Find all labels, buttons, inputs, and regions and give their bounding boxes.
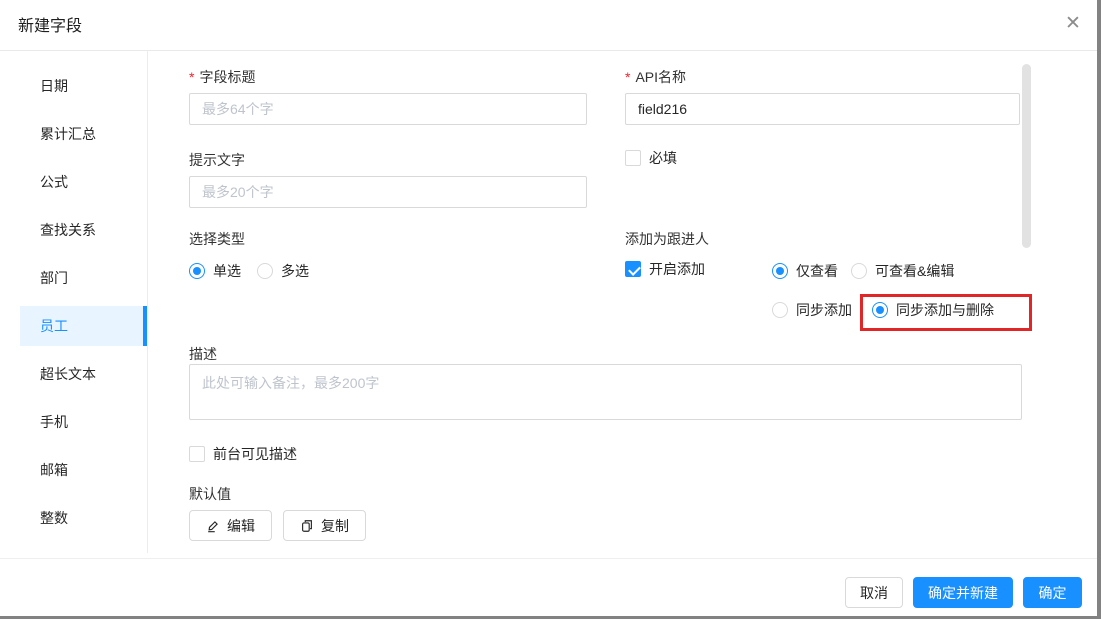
copy-default-button[interactable]: 复制: [283, 510, 366, 541]
radio-view-only[interactable]: 仅查看: [772, 261, 838, 281]
front-desc-label: 前台可见描述: [213, 444, 297, 464]
window-edge-right: [1097, 0, 1101, 619]
enable-add-label: 开启添加: [649, 259, 705, 279]
radio-sync-add-delete[interactable]: 同步添加与删除: [872, 300, 994, 320]
confirm-button[interactable]: 确定: [1023, 577, 1082, 608]
footer-divider: [0, 558, 1101, 559]
follower-permission-row-1: 仅查看 可查看&编辑: [772, 261, 954, 281]
edit-default-button[interactable]: 编辑: [189, 510, 272, 541]
sidebar-item-department[interactable]: 部门: [20, 254, 147, 302]
default-value-label: 默认值: [189, 484, 231, 504]
radio-icon: [189, 263, 205, 279]
sidebar-item-rollup[interactable]: 累计汇总: [20, 110, 147, 158]
sidebar-item-long-text[interactable]: 超长文本: [20, 350, 147, 398]
sidebar-divider: [147, 50, 148, 553]
radio-icon: [772, 263, 788, 279]
select-type-label: 选择类型: [189, 229, 245, 249]
front-desc-checkbox-row[interactable]: 前台可见描述: [189, 444, 297, 464]
enable-add-checkbox-row[interactable]: 开启添加: [625, 259, 705, 279]
close-icon: ✕: [1065, 12, 1081, 35]
select-type-radio-group: 单选 多选: [189, 261, 309, 281]
sidebar-item-date[interactable]: 日期: [20, 62, 147, 110]
sidebar-item-email[interactable]: 邮箱: [20, 446, 147, 494]
api-name-label: * API名称: [625, 67, 686, 87]
close-button[interactable]: ✕: [1056, 6, 1090, 40]
sidebar-item-phone[interactable]: 手机: [20, 398, 147, 446]
sidebar-item-lookup[interactable]: 查找关系: [20, 206, 147, 254]
radio-view-and-edit[interactable]: 可查看&编辑: [851, 261, 954, 281]
description-label: 描述: [189, 344, 217, 364]
required-checkbox-label: 必填: [649, 148, 677, 168]
required-checkbox-row[interactable]: 必填: [625, 148, 677, 168]
enable-add-checkbox: [625, 261, 641, 277]
radio-icon: [772, 302, 788, 318]
radio-icon: [872, 302, 888, 318]
field-title-input[interactable]: [189, 93, 587, 125]
radio-icon: [851, 263, 867, 279]
confirm-and-new-button[interactable]: 确定并新建: [913, 577, 1013, 608]
radio-sync-add[interactable]: 同步添加: [772, 300, 852, 320]
dialog-title: 新建字段: [18, 12, 82, 36]
description-textarea[interactable]: [189, 364, 1022, 420]
hint-text-label: 提示文字: [189, 150, 245, 170]
hint-text-input[interactable]: [189, 176, 587, 208]
sidebar-item-formula[interactable]: 公式: [20, 158, 147, 206]
api-name-input[interactable]: [625, 93, 1020, 125]
edit-icon: [206, 519, 220, 533]
header-divider: [0, 50, 1101, 51]
radio-icon: [257, 263, 273, 279]
field-type-sidebar: 日期 累计汇总 公式 查找关系 部门 员工 超长文本 手机 邮箱 整数: [0, 62, 147, 542]
radio-multi-select[interactable]: 多选: [257, 261, 309, 281]
scrollbar-thumb[interactable]: [1022, 64, 1031, 248]
sidebar-item-integer[interactable]: 整数: [20, 494, 147, 542]
follower-permission-row-2: 同步添加 同步添加与删除: [772, 300, 994, 320]
required-asterisk: *: [189, 69, 194, 85]
follower-label: 添加为跟进人: [625, 229, 709, 249]
field-title-label: * 字段标题: [189, 67, 255, 87]
required-asterisk: *: [625, 69, 630, 85]
radio-single-select[interactable]: 单选: [189, 261, 241, 281]
copy-icon: [300, 519, 314, 533]
cancel-button[interactable]: 取消: [845, 577, 903, 608]
sidebar-item-employee[interactable]: 员工: [20, 306, 147, 346]
front-desc-checkbox: [189, 446, 205, 462]
required-checkbox: [625, 150, 641, 166]
